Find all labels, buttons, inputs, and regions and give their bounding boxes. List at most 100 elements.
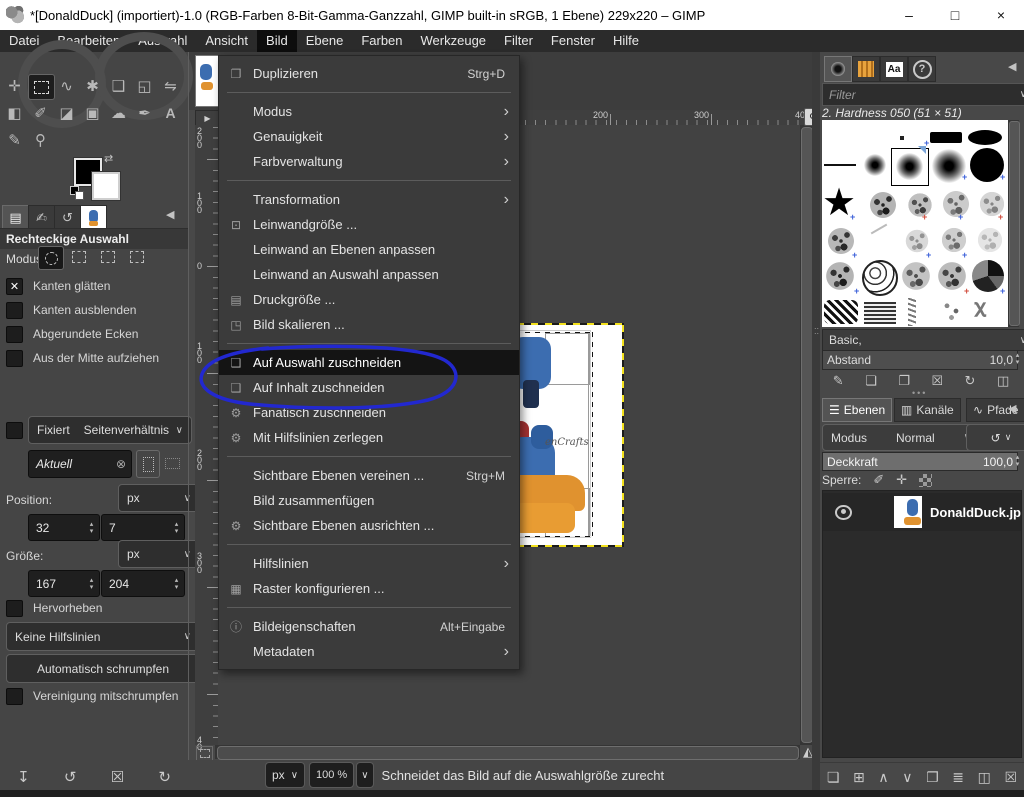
layer-mode-reset-button[interactable]: ↺∨: [966, 424, 1024, 451]
new-layer-group-button[interactable]: ⊞: [853, 769, 865, 786]
menu-item-bild-skalieren[interactable]: ◳ Bild skalieren ...: [219, 312, 519, 337]
ink-tool[interactable]: ✒: [132, 101, 157, 125]
delete-layer-button[interactable]: ☒: [1005, 769, 1018, 786]
lock-alpha-icon[interactable]: [919, 474, 932, 487]
menubar-item[interactable]: Fenster: [542, 30, 604, 52]
layer-name[interactable]: DonaldDuck.jp: [930, 505, 1021, 520]
flip-tool[interactable]: ⇋: [158, 74, 183, 98]
brush-grid-scrollbar[interactable]: [1008, 120, 1019, 327]
collapse-dock-icon[interactable]: ◀: [1008, 402, 1016, 415]
tab-kanaele[interactable]: ▥Kanäle: [894, 398, 961, 422]
brush-spacing-slider[interactable]: Abstand 10,0: [822, 350, 1018, 370]
right-splitter[interactable]: [812, 52, 820, 790]
menubar-item[interactable]: Hilfe: [604, 30, 648, 52]
reset-tool-options-button[interactable]: ↻: [158, 768, 171, 786]
position-y-field[interactable]: 7 ▴▾: [101, 514, 185, 541]
swap-colors-icon[interactable]: ⇄: [104, 152, 113, 165]
portrait-orientation-button[interactable]: [136, 450, 160, 478]
brush-group-combo[interactable]: Basic, ∨: [822, 329, 1024, 351]
menu-item-druckgroesse[interactable]: ▤ Druckgröße ...: [219, 287, 519, 312]
open-brush-as-image-button[interactable]: ◫: [997, 373, 1009, 389]
menu-item-auf-inhalt-zuschneiden[interactable]: ❑ Auf Inhalt zuschneiden: [219, 375, 519, 400]
menu-item-duplizieren[interactable]: ❐ Duplizieren Strg+D: [219, 61, 519, 86]
statusbar-zoom-field[interactable]: 100 %: [309, 762, 354, 788]
free-select-tool[interactable]: ∿: [54, 74, 79, 98]
menu-item-raster-konfigurieren[interactable]: ▦ Raster konfigurieren ...: [219, 576, 519, 601]
checkbox-kanten-ausblenden[interactable]: ✕ Kanten ausblenden: [6, 298, 184, 322]
dock-splitter-handle[interactable]: •••: [912, 388, 927, 398]
move-tool[interactable]: ✛: [2, 74, 27, 98]
menu-item-modus[interactable]: Modus ›: [219, 99, 519, 124]
menu-item-leinwand-ebenen[interactable]: Leinwand an Ebenen anpassen: [219, 237, 519, 262]
menu-item-transformation[interactable]: Transformation ›: [219, 187, 519, 212]
menu-item[interactable]: [219, 337, 519, 350]
delete-tool-preset-button[interactable]: ☒: [111, 768, 124, 786]
shrink-merged-checkbox[interactable]: Vereinigung mitschrumpfen: [6, 684, 178, 708]
menu-item-sichtbare-ebenen-vereinen[interactable]: Sichtbare Ebenen vereinen ... Strg+M: [219, 463, 519, 488]
menubar-item[interactable]: Ansicht: [196, 30, 257, 52]
transform-tool[interactable]: ◱: [132, 74, 157, 98]
tab-fonts[interactable]: Aa: [880, 56, 908, 82]
edit-brush-button[interactable]: ✎: [833, 373, 844, 389]
layer-visibility-eye-icon[interactable]: [835, 505, 852, 520]
tab-brushes[interactable]: [824, 56, 852, 82]
menubar-item[interactable]: Filter: [495, 30, 542, 52]
title-bar[interactable]: *[DonaldDuck] (importiert)-1.0 (RGB-Farb…: [0, 0, 1024, 30]
menu-item[interactable]: [219, 538, 519, 551]
layer-mode-combo[interactable]: Modus Normal ∨: [822, 424, 980, 451]
opacity-slider[interactable]: Deckkraft 100,0: [822, 452, 1018, 471]
raise-layer-button[interactable]: ∧: [878, 769, 888, 786]
menubar-item[interactable]: Ebene: [297, 30, 353, 52]
mode-intersect[interactable]: [125, 246, 149, 268]
refresh-brushes-button[interactable]: ↻: [965, 373, 976, 389]
fuzzy-select-tool[interactable]: ✱: [80, 74, 105, 98]
vertical-ruler[interactable]: 200100010020030040: [195, 125, 219, 745]
clone-tool[interactable]: ▣: [80, 101, 105, 125]
brush-grid[interactable]: ★ 𝛘 + + + + + + + +: [822, 120, 1008, 327]
menubar-item[interactable]: Werkzeuge: [412, 30, 496, 52]
menu-item-genauigkeit[interactable]: Genauigkeit ›: [219, 124, 519, 149]
background-color-swatch[interactable]: [92, 172, 120, 200]
auto-shrink-button[interactable]: Automatisch schrumpfen: [6, 654, 200, 683]
guides-combo[interactable]: Keine Hilfslinien∨: [6, 622, 200, 651]
checkbox-aus-der-mitte[interactable]: ✕ Aus der Mitte aufziehen: [6, 346, 184, 370]
layers-list[interactable]: DonaldDuck.jp: [822, 490, 1022, 758]
paintbrush-tool[interactable]: ✐: [28, 101, 53, 125]
brush-filter-input[interactable]: Filter ∨: [822, 83, 1024, 106]
mode-subtract[interactable]: [96, 246, 120, 268]
horizontal-scrollbar[interactable]: [215, 745, 800, 759]
restore-tool-preset-button[interactable]: ↺: [64, 768, 77, 786]
lower-layer-button[interactable]: ∨: [902, 769, 912, 786]
checkbox-abgerundete-ecken[interactable]: ✕ Abgerundete Ecken: [6, 322, 184, 346]
menu-item-sichtbare-ebenen-ausrichten[interactable]: ⚙ Sichtbare Ebenen ausrichten ...: [219, 513, 519, 538]
rectangle-select-tool[interactable]: [28, 74, 55, 100]
landscape-orientation-button[interactable]: [161, 450, 183, 476]
tab-patterns[interactable]: [852, 56, 880, 82]
crop-tool[interactable]: ❑: [106, 74, 131, 98]
save-tool-preset-button[interactable]: ↧: [17, 768, 30, 786]
close-button[interactable]: ×: [978, 0, 1024, 30]
statusbar-zoom-dropdown[interactable]: ∨: [356, 762, 373, 788]
statusbar-unit-combo[interactable]: px∨: [265, 762, 305, 788]
vertical-scrollbar[interactable]: [800, 125, 812, 745]
position-x-field[interactable]: 32 ▴▾: [28, 514, 100, 541]
size-height-field[interactable]: 204 ▴▾: [101, 570, 185, 597]
menubar-item[interactable]: Bild: [257, 30, 297, 52]
quick-mask-toggle[interactable]: [196, 746, 213, 761]
menu-item-metadaten[interactable]: Metadaten ›: [219, 639, 519, 664]
menu-item-fanatisch-zuschneiden[interactable]: ⚙ Fanatisch zuschneiden: [219, 400, 519, 425]
menu-item-farbverwaltung[interactable]: Farbverwaltung ›: [219, 149, 519, 174]
menu-item-hilfslinien[interactable]: Hilfslinien ›: [219, 551, 519, 576]
menu-item[interactable]: [219, 601, 519, 614]
menubar-item[interactable]: Farben: [352, 30, 411, 52]
highlight-checkbox[interactable]: Hervorheben: [6, 596, 102, 620]
merge-down-button[interactable]: ≣: [952, 769, 964, 786]
tab-device-status[interactable]: ✍: [28, 205, 55, 229]
menu-item[interactable]: [219, 86, 519, 99]
size-width-field[interactable]: 167 ▴▾: [28, 570, 100, 597]
image-tab-thumbnail[interactable]: [195, 55, 220, 107]
tab-undo-history[interactable]: ↺: [54, 205, 81, 229]
zoom-tool[interactable]: ⚲: [28, 128, 53, 152]
delete-brush-button[interactable]: ☒: [931, 373, 943, 389]
collapse-dock-icon[interactable]: ◀: [1008, 60, 1016, 73]
